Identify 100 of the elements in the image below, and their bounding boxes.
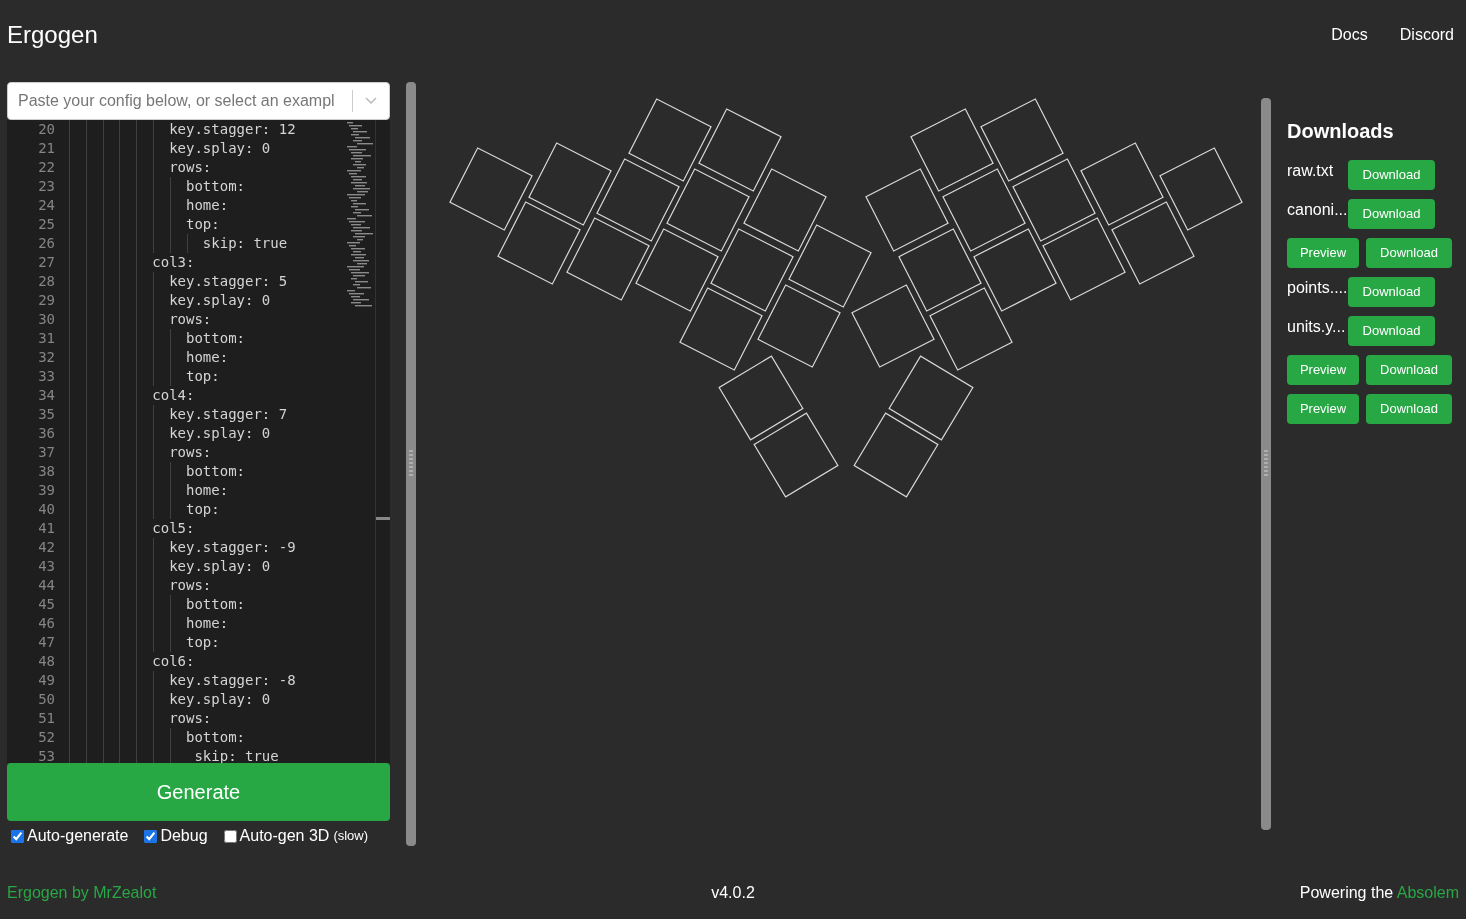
code-line: bottom:: [185, 461, 245, 481]
code-line: key.splay: 0: [168, 423, 271, 443]
file-name: raw.txt: [1287, 161, 1335, 181]
line-number: 35: [37, 404, 55, 424]
line-number: 52: [37, 727, 55, 747]
download-button[interactable]: Download: [1348, 277, 1435, 307]
code-line: skip: true: [201, 233, 288, 253]
line-number: 50: [37, 689, 55, 709]
line-number: 43: [37, 556, 55, 576]
line-number: 20: [37, 119, 55, 139]
line-number: 30: [37, 309, 55, 329]
code-line: rows:: [168, 309, 212, 329]
line-number: 34: [37, 385, 55, 405]
generate-button[interactable]: Generate: [7, 763, 390, 821]
code-line: top:: [185, 214, 220, 234]
line-number: 38: [37, 461, 55, 481]
preview-button[interactable]: Preview: [1287, 394, 1359, 424]
code-line: top:: [185, 632, 220, 652]
code-line: home:: [185, 480, 229, 500]
credit-link[interactable]: Ergogen by MrZealot: [7, 881, 307, 905]
nav-link[interactable]: Docs: [1331, 23, 1368, 47]
nav-link[interactable]: Discord: [1399, 23, 1454, 47]
file-name: units.y...: [1287, 317, 1344, 337]
line-number: 31: [37, 328, 55, 348]
option-label: Debug: [160, 826, 208, 846]
line-number: 27: [37, 252, 55, 272]
code-line: bottom:: [185, 727, 245, 747]
absolem-link[interactable]: Absolem: [1396, 884, 1459, 901]
powering-text: Powering the Absolem: [1298, 883, 1459, 903]
app-title: Ergogen: [7, 20, 98, 50]
code-line: rows:: [168, 157, 212, 177]
code-line: home:: [185, 347, 229, 367]
code-line: key.splay: 0: [168, 290, 271, 310]
code-line: skip: true: [193, 746, 279, 764]
code-line: key.splay: 0: [168, 138, 271, 158]
line-number: 24: [37, 195, 55, 215]
code-line: rows:: [168, 575, 212, 595]
download-button[interactable]: Download: [1348, 316, 1435, 346]
grip-icon: [1264, 449, 1268, 479]
code-line: col5:: [151, 518, 195, 538]
config-select[interactable]: Paste your config below, or select an exampl: [7, 82, 390, 120]
download-button[interactable]: Download: [1366, 355, 1452, 385]
code-line: top:: [185, 366, 220, 386]
option-note: (slow): [333, 827, 369, 846]
line-number: 37: [37, 442, 55, 462]
file-name: points....: [1287, 278, 1344, 298]
line-number: 21: [37, 138, 55, 158]
code-line: rows:: [168, 442, 212, 462]
line-number: 53: [37, 746, 55, 764]
line-number: 29: [37, 290, 55, 310]
line-number: 22: [37, 157, 55, 177]
scroll-marker: [376, 516, 390, 520]
code-line: col6:: [151, 651, 195, 671]
code-line: key.splay: 0: [168, 556, 271, 576]
code-line: key.stagger: 5: [168, 271, 288, 291]
preview-button[interactable]: Preview: [1287, 355, 1359, 385]
download-button[interactable]: Download: [1366, 394, 1452, 424]
code-line: bottom:: [185, 176, 245, 196]
checkbox[interactable]: [223, 829, 237, 843]
line-number: 48: [37, 651, 55, 671]
line-number: 33: [37, 366, 55, 386]
code-line: rows:: [168, 708, 212, 728]
line-number: 44: [37, 575, 55, 595]
download-button[interactable]: Download: [1348, 199, 1435, 229]
line-number: 51: [37, 708, 55, 728]
code-line: bottom:: [185, 328, 245, 348]
line-number: 36: [37, 423, 55, 443]
line-number: 45: [37, 594, 55, 614]
code-line: home:: [185, 195, 229, 215]
code-line: key.stagger: 7: [168, 404, 288, 424]
line-number: 47: [37, 632, 55, 652]
line-number: 49: [37, 670, 55, 690]
option-label: Auto-gen 3D: [239, 826, 330, 846]
code-line: bottom:: [185, 594, 245, 614]
preview-button[interactable]: Preview: [1287, 238, 1359, 268]
line-number: 46: [37, 613, 55, 633]
chevron-down-icon: [365, 97, 377, 105]
line-number: 42: [37, 537, 55, 557]
resize-handle[interactable]: [1261, 98, 1271, 830]
downloads-heading: Downloads: [1287, 119, 1395, 144]
download-button[interactable]: Download: [1348, 160, 1435, 190]
line-number: 41: [37, 518, 55, 538]
code-line: key.stagger: 12: [168, 119, 296, 139]
line-number: 28: [37, 271, 55, 291]
code-line: home:: [185, 613, 229, 633]
download-button[interactable]: Download: [1366, 238, 1452, 268]
line-number: 25: [37, 214, 55, 234]
grip-icon: [409, 449, 413, 479]
resize-handle[interactable]: [406, 82, 416, 846]
code-line: key.stagger: -9: [168, 537, 296, 557]
code-line: col3:: [151, 252, 195, 272]
version-text: v4.0.2: [711, 883, 755, 903]
checkbox[interactable]: [144, 829, 158, 843]
code-editor[interactable]: [7, 119, 390, 764]
file-name: canoni...: [1287, 200, 1344, 220]
code-line: top:: [185, 499, 220, 519]
line-number: 40: [37, 499, 55, 519]
line-number: 26: [37, 233, 55, 253]
checkbox[interactable]: [11, 829, 24, 843]
code-line: key.stagger: -8: [168, 670, 296, 690]
